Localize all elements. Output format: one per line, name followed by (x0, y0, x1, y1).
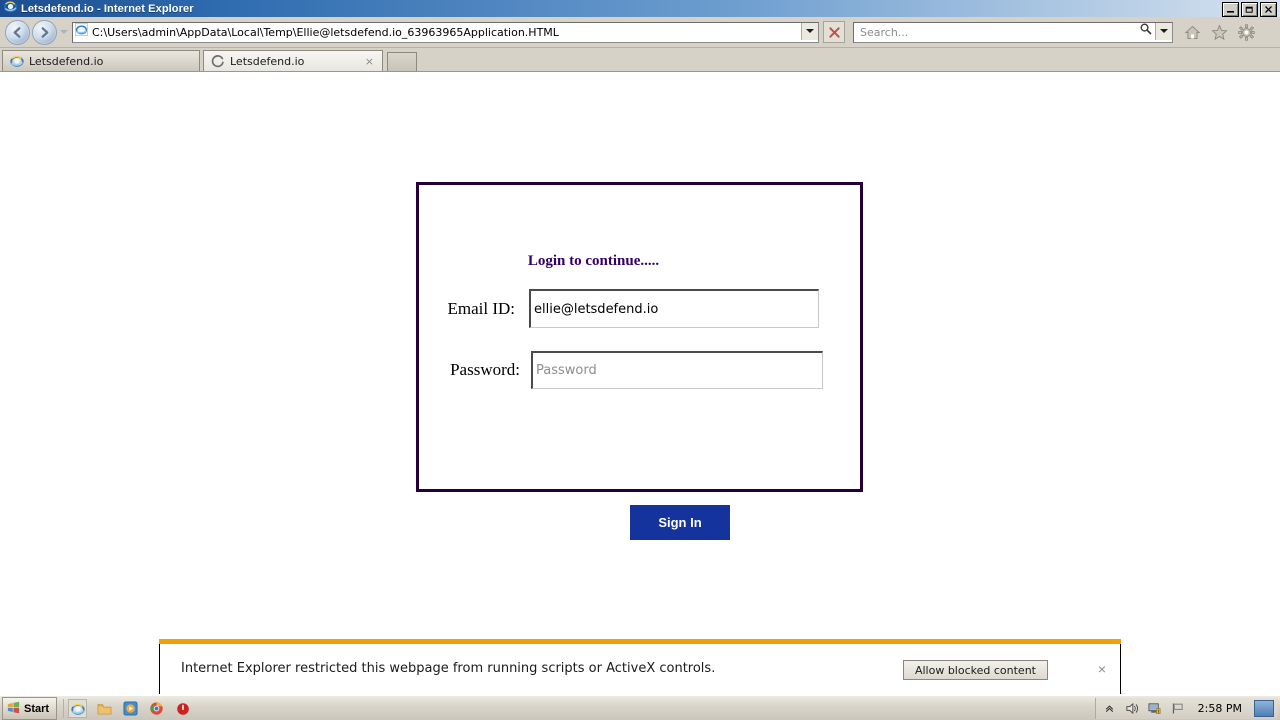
notification-message: Internet Explorer restricted this webpag… (181, 661, 716, 676)
email-label: Email ID: (447, 298, 515, 318)
address-dropdown-button[interactable] (801, 22, 818, 40)
system-tray: 2:58 PM (1094, 698, 1278, 719)
taskbar-clock[interactable]: 2:58 PM (1198, 702, 1242, 715)
internet-explorer-icon (3, 0, 18, 18)
login-form: Login to continue..... Email ID: ellie@l… (416, 182, 863, 540)
tab-letsdefend-1[interactable]: Letsdefend.io (2, 50, 200, 71)
taskbar: Start 2:58 PM (0, 695, 1280, 720)
email-input[interactable]: ellie@letsdefend.io (529, 289, 819, 328)
quick-launch-bar (63, 699, 191, 718)
internet-explorer-icon (10, 54, 24, 68)
title-bar: Letsdefend.io - Internet Explorer (0, 0, 1280, 17)
chevron-down-icon (1160, 29, 1168, 33)
sign-in-button[interactable]: Sign In (630, 505, 730, 540)
start-button[interactable]: Start (2, 697, 58, 720)
close-button[interactable] (1260, 2, 1277, 17)
address-text: C:\Users\admin\AppData\Local\Temp\Ellie@… (92, 25, 559, 39)
search-input[interactable]: Search... (860, 26, 908, 39)
start-label: Start (24, 702, 50, 715)
recent-pages-dropdown-icon[interactable] (60, 30, 68, 34)
chrome-icon[interactable] (148, 700, 165, 717)
flag-icon[interactable] (1171, 701, 1186, 716)
network-warning-icon[interactable] (1148, 701, 1163, 716)
allow-blocked-content-button[interactable]: Allow blocked content (902, 660, 1048, 680)
star-icon[interactable] (1210, 23, 1228, 41)
tab-strip: Letsdefend.io Letsdefend.io × (0, 48, 1280, 72)
notification-close-icon[interactable]: × (1098, 662, 1106, 676)
minimize-button[interactable] (1222, 2, 1239, 17)
speaker-icon[interactable] (1125, 701, 1140, 716)
browser-window: Letsdefend.io - Internet Explorer C:\Use… (0, 0, 1280, 720)
internet-explorer-icon[interactable] (68, 699, 88, 718)
stop-button[interactable] (823, 21, 845, 43)
tray-expand-icon[interactable] (1102, 701, 1117, 716)
address-bar[interactable]: C:\Users\admin\AppData\Local\Temp\Ellie@… (72, 21, 819, 43)
restore-button[interactable] (1241, 2, 1258, 17)
navigation-toolbar: C:\Users\admin\AppData\Local\Temp\Ellie@… (0, 17, 1280, 48)
loading-spinner-icon (211, 54, 225, 68)
search-dropdown-button[interactable] (1155, 22, 1172, 40)
password-label: Password: (450, 360, 520, 379)
home-icon[interactable] (1183, 23, 1201, 41)
window-title: Letsdefend.io - Internet Explorer (21, 2, 194, 15)
tab-label: Letsdefend.io (230, 54, 305, 68)
page-favicon-icon (75, 23, 88, 41)
chevron-down-icon (806, 29, 814, 33)
forward-button[interactable] (32, 19, 57, 45)
toolbar-icons (1183, 23, 1255, 41)
gear-icon[interactable] (1237, 23, 1255, 41)
tab-letsdefend-2[interactable]: Letsdefend.io × (203, 50, 383, 71)
media-player-icon[interactable] (122, 700, 139, 717)
password-field-row: Password: Password (435, 351, 830, 389)
email-field-row: Email ID: ellie@letsdefend.io (435, 289, 825, 328)
login-heading: Login to continue..... (527, 253, 660, 269)
search-icon[interactable] (1139, 22, 1152, 40)
window-controls (1222, 2, 1277, 17)
search-box-controls (1139, 22, 1172, 40)
power-shield-icon[interactable] (174, 700, 191, 717)
windows-logo-icon (6, 700, 21, 718)
page-content: Login to continue..... Email ID: ellie@l… (0, 72, 1280, 694)
search-box[interactable]: Search... (853, 21, 1173, 43)
tab-close-icon[interactable]: × (365, 55, 374, 68)
password-input[interactable]: Password (531, 351, 823, 389)
show-desktop-button[interactable] (1254, 700, 1274, 717)
folder-icon[interactable] (96, 700, 113, 717)
notification-accent-bar (159, 639, 1121, 644)
tab-label: Letsdefend.io (29, 54, 104, 68)
new-tab-button[interactable] (387, 52, 417, 71)
back-button[interactable] (5, 19, 30, 45)
security-notification-bar: Internet Explorer restricted this webpag… (159, 643, 1121, 694)
